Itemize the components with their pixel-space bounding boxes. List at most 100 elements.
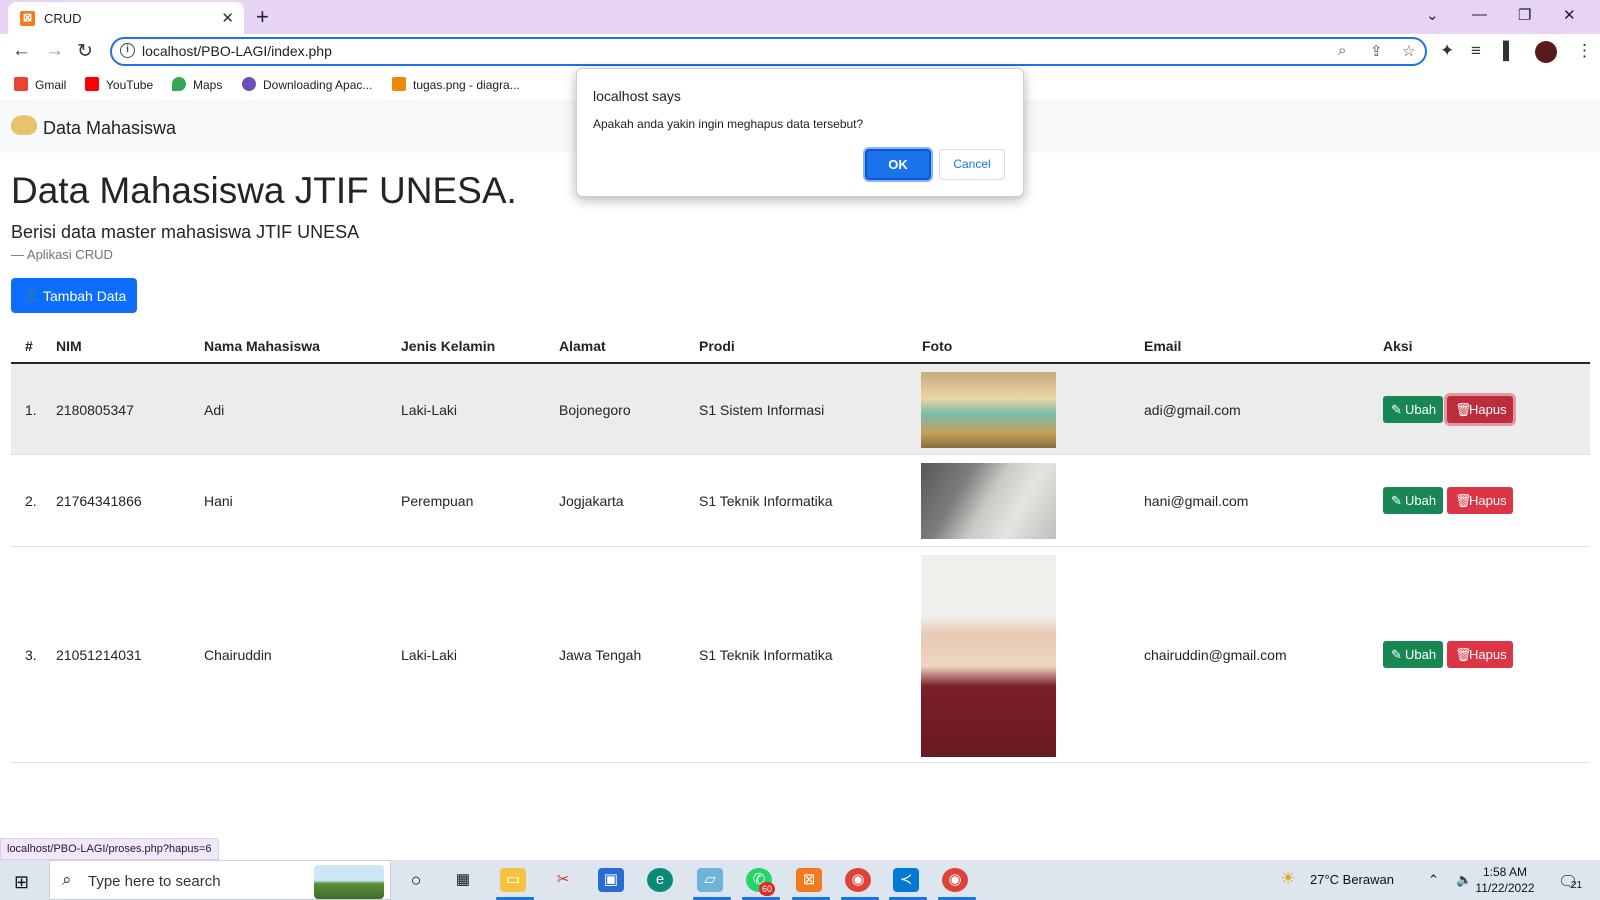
microsoft-store-icon[interactable]: ▣	[598, 868, 624, 892]
table-row: 3. 21051214031 Chairuddin Laki-Laki Jawa…	[11, 547, 1590, 763]
weather-icon[interactable]: ☀	[1280, 868, 1296, 889]
chrome-profile-icon[interactable]: ◉	[942, 868, 968, 892]
address-bar[interactable]: i localhost/PBO-LAGI/index.php ⌕ ⇪ ☆	[110, 37, 1427, 66]
cortana-icon[interactable]: ○	[403, 868, 429, 892]
cell-alamat: Bojonegoro	[559, 402, 631, 418]
side-panel-icon[interactable]: ▌	[1503, 41, 1515, 61]
table-row: 2. 21764341866 Hani Perempuan Jogjakarta…	[11, 455, 1590, 547]
delete-button[interactable]: 🗑 Hapus	[1447, 641, 1513, 668]
table-row: 1. 2180805347 Adi Laki-Laki Bojonegoro S…	[11, 364, 1590, 455]
col-header-nama: Nama Mahasiswa	[204, 338, 320, 354]
zoom-icon[interactable]: ⌕	[1338, 42, 1346, 59]
cell-alamat: Jawa Tengah	[559, 647, 642, 663]
cell-nim: 2180805347	[56, 402, 134, 418]
cell-jenis-kelamin: Laki-Laki	[401, 402, 458, 418]
minimize-icon[interactable]: —	[1472, 6, 1487, 23]
address-url[interactable]: localhost/PBO-LAGI/index.php	[142, 43, 332, 59]
forward-icon[interactable]: →	[45, 40, 64, 62]
edit-button[interactable]: ✎ Ubah	[1383, 641, 1443, 668]
clock-date: 11/22/2022	[1475, 881, 1535, 895]
extensions-icon[interactable]: ✦	[1440, 41, 1454, 61]
taskbar-search[interactable]: ⌕ Type here to search	[49, 860, 391, 900]
bookmark-star-icon[interactable]: ☆	[1402, 42, 1415, 60]
unesa-logo-icon	[11, 115, 37, 135]
taskbar-clock[interactable]: 1:58 AM 11/22/2022	[1470, 864, 1540, 896]
cell-prodi: S1 Teknik Informatika	[699, 647, 833, 663]
clock-time: 1:58 AM	[1482, 865, 1528, 879]
bookmark-youtube[interactable]: YouTube	[85, 77, 153, 92]
cell-nim: 21051214031	[56, 647, 142, 663]
blockquote-footer: — Aplikasi CRUD	[11, 247, 113, 262]
bookmark-gmail[interactable]: Gmail	[14, 77, 66, 92]
task-view-icon[interactable]: ▦	[450, 868, 476, 892]
share-icon[interactable]: ⇪	[1370, 42, 1383, 60]
edit-button[interactable]: ✎ Ubah	[1383, 487, 1443, 514]
search-highlight-image	[314, 865, 384, 899]
xampp-favicon-icon: ⊠	[20, 11, 35, 26]
cell-nama: Chairuddin	[204, 647, 272, 663]
youtube-icon	[85, 77, 99, 91]
cancel-button[interactable]: Cancel	[939, 149, 1005, 180]
apache-icon	[242, 77, 256, 91]
ok-button[interactable]: OK	[865, 149, 931, 180]
cell-nama: Hani	[204, 493, 233, 509]
student-photo	[921, 372, 1056, 448]
search-placeholder: Type here to search	[88, 873, 221, 890]
cell-email: adi@gmail.com	[1144, 402, 1241, 418]
xampp-icon[interactable]: ⊠	[796, 868, 822, 892]
add-data-button[interactable]: 👤 Tambah Data	[11, 278, 137, 313]
profile-avatar[interactable]	[1535, 41, 1557, 63]
status-bubble: localhost/PBO-LAGI/proses.php?hapus=6	[0, 838, 219, 860]
gmail-icon	[14, 77, 28, 91]
maps-icon	[172, 77, 186, 91]
close-window-icon[interactable]: ✕	[1563, 6, 1576, 24]
col-header-prodi: Prodi	[699, 338, 735, 354]
dialog-message: Apakah anda yakin ingin meghapus data te…	[593, 117, 864, 131]
restore-icon[interactable]: ❐	[1518, 6, 1531, 24]
col-header-no: #	[25, 338, 33, 354]
pencil-icon: ✎	[1391, 402, 1402, 417]
bookmark-maps[interactable]: Maps	[172, 77, 222, 92]
cell-jenis-kelamin: Perempuan	[401, 493, 474, 509]
table-header: # NIM Nama Mahasiswa Jenis Kelamin Alama…	[11, 328, 1590, 364]
vscode-icon[interactable]: ≺	[893, 868, 919, 892]
app-icon[interactable]: ▱	[697, 868, 723, 892]
chrome-icon[interactable]: ◉	[845, 868, 871, 892]
tab-close-icon[interactable]: ✕	[221, 9, 234, 27]
browser-toolbar: ← → ↻ i localhost/PBO-LAGI/index.php ⌕ ⇪…	[0, 34, 1600, 70]
user-plus-icon: 👤	[23, 287, 40, 302]
bookmark-tugas-diagram[interactable]: tugas.png - diagra...	[392, 77, 520, 92]
dialog-title: localhost says	[593, 88, 681, 104]
col-header-alamat: Alamat	[559, 338, 606, 354]
new-tab-icon[interactable]: +	[256, 4, 269, 30]
windows-taskbar: ⊞ ⌕ Type here to search ○ ▦ ▭ ✂ ▣ e ▱ ✆ …	[0, 860, 1600, 900]
snipping-tool-icon[interactable]: ✂	[550, 868, 576, 892]
col-header-foto: Foto	[922, 338, 953, 354]
site-info-icon[interactable]: i	[120, 43, 135, 58]
menu-kebab-icon[interactable]: ⋮	[1576, 41, 1593, 61]
student-photo	[921, 463, 1056, 539]
weather-text[interactable]: 27°C Berawan	[1310, 872, 1394, 887]
reload-icon[interactable]: ↻	[77, 40, 93, 63]
back-icon[interactable]: ←	[12, 40, 31, 62]
bookmark-downloading-apache[interactable]: Downloading Apac...	[242, 77, 372, 92]
student-photo	[921, 555, 1056, 757]
browser-tab[interactable]: ⊠ CRUD ✕	[8, 2, 244, 34]
navbar-brand[interactable]: Data Mahasiswa	[43, 118, 176, 139]
page-lead: Berisi data master mahasiswa JTIF UNESA	[11, 222, 360, 242]
whatsapp-badge: 60	[759, 882, 775, 896]
file-explorer-icon[interactable]: ▭	[500, 868, 526, 892]
tray-chevron-icon[interactable]: ⌃	[1428, 872, 1439, 888]
delete-button[interactable]: 🗑 Hapus	[1447, 487, 1513, 514]
edit-button[interactable]: ✎ Ubah	[1383, 396, 1443, 423]
cell-prodi: S1 Teknik Informatika	[699, 493, 833, 509]
delete-button[interactable]: 🗑 Hapus	[1447, 396, 1513, 423]
col-header-email: Email	[1144, 338, 1182, 354]
media-control-icon[interactable]: ≡	[1471, 41, 1481, 61]
tab-search-icon[interactable]: ⌄	[1426, 6, 1439, 24]
edge-icon[interactable]: e	[647, 868, 673, 892]
windows-start-icon[interactable]: ⊞	[14, 872, 29, 893]
cell-nama: Adi	[204, 402, 225, 418]
tab-strip: ⊠ CRUD ✕ + ⌄ — ❐ ✕	[0, 0, 1600, 34]
confirm-dialog: localhost says Apakah anda yakin ingin m…	[576, 68, 1024, 197]
